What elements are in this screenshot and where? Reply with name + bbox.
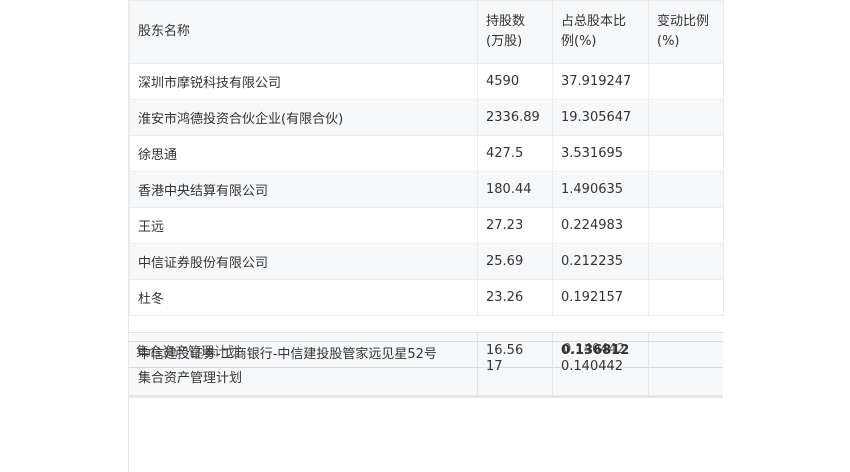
- cell-pct: 0.192157: [552, 279, 649, 316]
- cell-name: 深圳市摩锐科技有限公司: [129, 63, 478, 100]
- table-row: 中信证券股份有限公司 25.69 0.212235: [129, 243, 724, 280]
- cell-shares: 427.5: [477, 135, 553, 172]
- header-change: 变动比例 (%): [648, 0, 724, 64]
- cell-change: [648, 135, 724, 172]
- cell-change: [648, 171, 724, 208]
- cell-change: [648, 63, 724, 100]
- cell-shares: 27.23: [477, 207, 553, 244]
- table-row: 杜冬 23.26 0.192157: [129, 279, 724, 316]
- cell-shares: 4590: [477, 63, 553, 100]
- overlap-name-b: 集合资产管理计划: [136, 345, 241, 360]
- cell-change: [648, 99, 724, 136]
- table-row: 淮安市鸿德投资合伙企业(有限合伙) 2336.89 19.305647: [129, 99, 724, 136]
- overlap-pct-c: 0.140442: [561, 359, 624, 374]
- cell-name: 中信证券股份有限公司: [129, 243, 478, 280]
- cell-pct: 0.224983: [552, 207, 649, 244]
- cell-change: [648, 279, 724, 316]
- cell-pct: 19.305647: [552, 99, 649, 136]
- overlap-name-c: 集合资产管理计划: [138, 371, 243, 386]
- overlap-shares-a: 16.56: [486, 343, 524, 358]
- overlap-pct-b: 0.140442: [563, 342, 626, 357]
- table-row: 徐思通 427.5 3.531695: [129, 135, 724, 172]
- cell-name: 淮安市鸿德投资合伙企业(有限合伙): [129, 99, 478, 136]
- cell-shares: 25.69: [477, 243, 553, 280]
- shareholder-table: 股东名称 持股数 (万股) 占总股本比 例(%) 变动比例 (%) 深圳市摩锐科技有限…: [129, 0, 724, 316]
- shareholder-panel: 股东名称 持股数 (万股) 占总股本比 例(%) 变动比例 (%) 深圳市摩锐科技有限…: [128, 0, 724, 472]
- overlapping-rows-block: 中信建投证券-工商银行-中信建投股管家远见星52号 集合资产管理计划 集合资产管…: [129, 332, 723, 398]
- column-divider: [648, 333, 649, 395]
- cell-shares: 180.44: [477, 171, 553, 208]
- cell-pct: 3.531695: [552, 135, 649, 172]
- cell-shares: 2336.89: [477, 99, 553, 136]
- cell-pct: 1.490635: [552, 171, 649, 208]
- table-header-row: 股东名称 持股数 (万股) 占总股本比 例(%) 变动比例 (%): [129, 0, 724, 64]
- table-row: 王远 27.23 0.224983: [129, 207, 724, 244]
- overlap-shares-b: 17: [486, 359, 503, 374]
- header-pct: 占总股本比 例(%): [552, 0, 649, 64]
- cell-name: 王远: [129, 207, 478, 244]
- table-row: 香港中央结算有限公司 180.44 1.490635: [129, 171, 724, 208]
- column-divider: [552, 333, 553, 395]
- header-name: 股东名称: [129, 0, 478, 64]
- table-row: 深圳市摩锐科技有限公司 4590 37.919247: [129, 63, 724, 100]
- header-shares: 持股数 (万股): [477, 0, 553, 64]
- cell-change: [648, 207, 724, 244]
- cell-shares: 23.26: [477, 279, 553, 316]
- cell-pct: 0.212235: [552, 243, 649, 280]
- cell-name: 杜冬: [129, 279, 478, 316]
- cell-name: 徐思通: [129, 135, 478, 172]
- cell-pct: 37.919247: [552, 63, 649, 100]
- cell-name: 香港中央结算有限公司: [129, 171, 478, 208]
- cell-change: [648, 243, 724, 280]
- column-divider: [477, 333, 478, 395]
